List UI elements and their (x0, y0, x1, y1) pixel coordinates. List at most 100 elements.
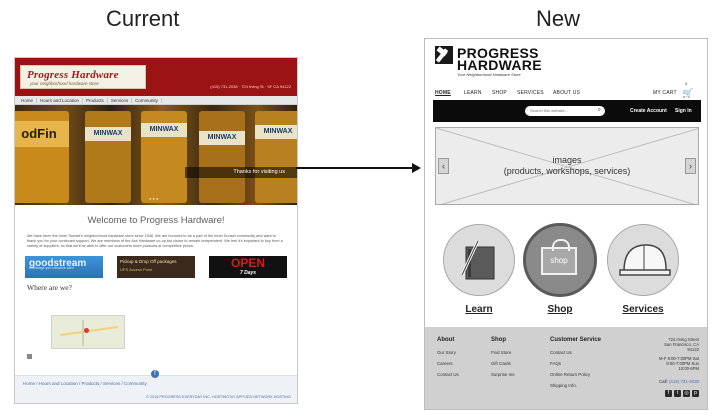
caption-new: New (536, 6, 581, 31)
hero-can: MINWAX (85, 111, 131, 203)
old-body-text: We have been the Inner Sunset's neighbor… (27, 234, 283, 249)
ad-goodstream[interactable]: goodstream Exchange you romance card (25, 255, 103, 278)
old-nav-hours[interactable]: Hours and Location (37, 97, 84, 103)
footer-link[interactable]: Find Store (491, 350, 511, 355)
hero-can: MINWAX (255, 111, 297, 203)
old-ads: goodstream Exchange you romance card Pic… (15, 250, 297, 278)
footer-link[interactable]: Contact Us (437, 372, 459, 377)
old-header: Progress Hardware your neighborhood hard… (15, 58, 297, 96)
old-nav-products[interactable]: Products (83, 97, 108, 103)
footer-link[interactable]: Careers (437, 361, 453, 366)
old-nav-community[interactable]: Community (132, 97, 162, 103)
account-bar: Search this website... ⌕ Create Account … (433, 100, 701, 122)
search-placeholder: Search this website... (530, 108, 569, 113)
old-logo[interactable]: Progress Hardware your neighborhood hard… (20, 65, 146, 89)
hammer-logo-icon[interactable] (435, 46, 453, 64)
shopping-bag-icon: shop (541, 239, 577, 275)
shop-link[interactable]: Shop (524, 304, 596, 315)
phone-label: Call: (658, 379, 669, 384)
instagram-icon[interactable]: ◎ (683, 390, 690, 397)
print-icon[interactable] (27, 354, 32, 359)
nav-home[interactable]: HOME (435, 90, 451, 96)
hours-line: 10:00-6PM (678, 366, 699, 372)
caption-current: Current (106, 6, 180, 31)
hero-can-label: MINWAX (255, 125, 297, 139)
footer-shop-title: Shop (491, 337, 506, 343)
slider-label-line-1: images (552, 155, 582, 165)
search-input[interactable]: Search this website... ⌕ (525, 106, 605, 116)
ad-ups[interactable]: Pickup & Drop Off packages UPS Access Po… (117, 255, 195, 278)
twitter-icon[interactable]: t (674, 390, 681, 397)
comparison-slide: Current New Progress Hardware your neigh… (0, 0, 720, 418)
ad-open-title: OPEN (230, 255, 265, 270)
shop-bag-text: shop (550, 256, 568, 265)
sign-in-link[interactable]: Sign In (675, 108, 692, 114)
old-carousel-dots[interactable]: ● ● ● (149, 196, 158, 201)
old-logo-text: Progress Hardware (27, 69, 119, 81)
nav-services[interactable]: SERVICES (517, 90, 544, 96)
nav-my-cart[interactable]: MY CART (653, 90, 677, 96)
facebook-icon[interactable]: f (151, 370, 159, 378)
old-nav-services[interactable]: Services (108, 97, 133, 103)
old-nav: Home Hours and Location Products Service… (15, 96, 297, 105)
new-footer: About Our Story Careers Contact Us Shop … (425, 327, 707, 409)
arrow-line (296, 167, 416, 169)
old-hero-caption: Thanks for visiting us (185, 167, 297, 178)
slider-label: images (products, workshops, services) (436, 155, 698, 177)
footer-link[interactable]: Our Story (437, 350, 456, 355)
hard-hat-icon (619, 244, 671, 276)
services-link[interactable]: Services (607, 304, 679, 315)
pinterest-icon[interactable]: p (692, 390, 699, 397)
old-nav-home[interactable]: Home (18, 97, 38, 103)
current-site-screenshot: Progress Hardware your neighborhood hard… (14, 57, 298, 404)
old-hero-carousel[interactable]: odFin MINWAX MINWAX MINWAX MINWAX Thanks… (15, 105, 297, 205)
new-nav: HOME LEARN SHOP SERVICES ABOUT US MY CAR… (435, 81, 699, 100)
footer-customer-service-title: Customer Service (550, 337, 602, 343)
slider-prev-icon[interactable]: ‹ (438, 158, 449, 174)
facebook-icon[interactable]: f (665, 390, 672, 397)
brand-line-2: HARDWARE (457, 57, 542, 73)
hero-can-label: MINWAX (141, 123, 187, 137)
old-welcome-heading: Welcome to Progress Hardware! (87, 215, 225, 226)
footer-link[interactable]: Gift Cards (491, 361, 511, 366)
new-brand[interactable]: PROGRESS HARDWARE (457, 46, 542, 73)
social-icons: f t ◎ p (665, 390, 699, 397)
slider-next-icon[interactable]: › (685, 158, 696, 174)
map-pin-icon (84, 328, 89, 333)
footer-phone: Call: (415) 731-2038 (659, 379, 699, 384)
shop-feature-circle[interactable]: shop (523, 223, 597, 297)
ad-open[interactable]: OPEN 7 Days (209, 255, 287, 278)
footer-about-title: About (437, 337, 455, 343)
nav-about-us[interactable]: ABOUT US (553, 90, 580, 96)
cart-icon[interactable]: 🛒 (682, 88, 693, 98)
footer-link[interactable]: Surprise me (491, 372, 515, 377)
nav-shop[interactable]: SHOP (492, 90, 507, 96)
services-feature-circle[interactable] (607, 224, 679, 296)
hero-can-label: odFin (15, 121, 69, 147)
hero-can: MINWAX (199, 111, 245, 203)
create-account-link[interactable]: Create Account (630, 108, 667, 114)
cart-count: 0 (685, 81, 688, 86)
ad-ups-sub: UPS Access Point (120, 266, 153, 272)
learn-feature-circle[interactable] (443, 224, 515, 296)
footer-link[interactable]: Contact Us (550, 350, 572, 355)
address-line: 94122 (687, 347, 699, 353)
nav-learn[interactable]: LEARN (464, 90, 482, 96)
ad-goodstream-sub: Exchange you romance card (29, 265, 74, 270)
old-footer-breadcrumb[interactable]: Home / Hours and Location / Products / S… (23, 381, 147, 386)
slider-label-line-2: (products, workshops, services) (503, 166, 631, 176)
footer-link[interactable]: Shipping Info. (550, 383, 577, 388)
old-contact: (415) 731-2038 · 724 Irving St · SF CA 9… (210, 84, 291, 89)
footer-link[interactable]: FAQs (550, 361, 561, 366)
ad-open-sub: 7 Days (239, 269, 257, 276)
hero-can-label: MINWAX (85, 127, 131, 141)
phone-link[interactable]: (415) 731-2038 (669, 379, 699, 384)
search-icon[interactable]: ⌕ (598, 107, 601, 114)
new-site-wireframe: PROGRESS HARDWARE Your Neighborhood Hard… (424, 38, 708, 410)
old-map[interactable] (51, 315, 125, 349)
footer-link[interactable]: Online Return Policy (550, 372, 590, 377)
image-slider-placeholder[interactable]: images (products, workshops, services) ‹… (435, 127, 699, 205)
hero-can: odFin (15, 111, 69, 203)
arrow-head-icon (412, 163, 421, 173)
learn-link[interactable]: Learn (443, 304, 515, 315)
